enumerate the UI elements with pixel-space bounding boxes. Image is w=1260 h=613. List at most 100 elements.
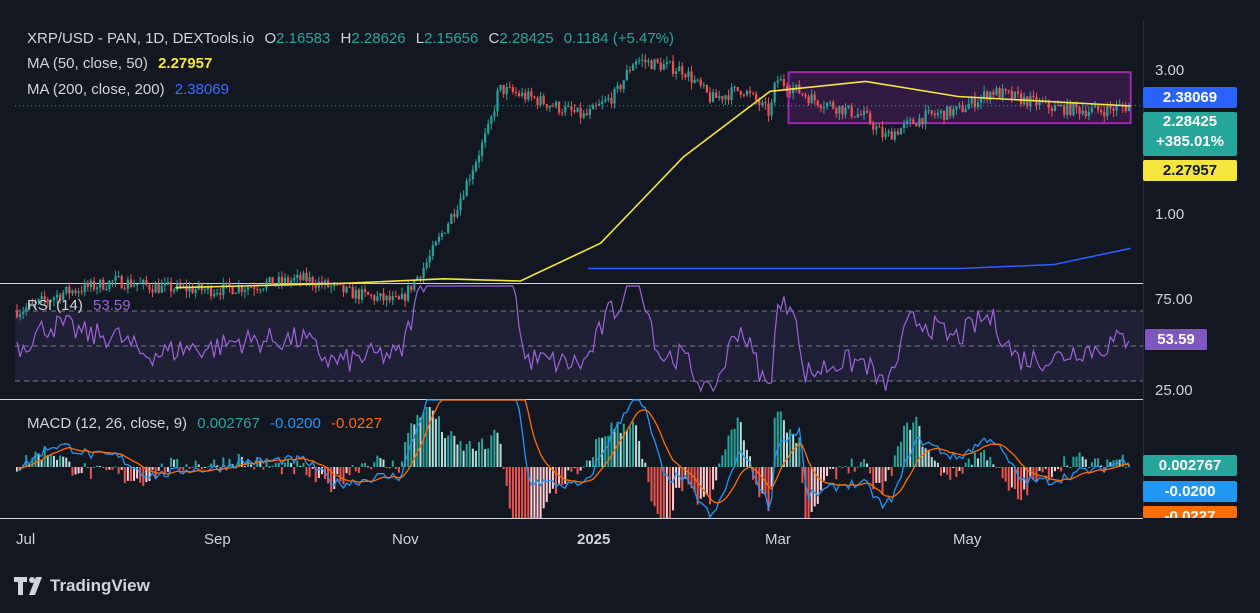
candle-body <box>1090 107 1094 112</box>
candle-body <box>225 282 228 284</box>
candle-body <box>342 284 345 293</box>
macd-histogram-bar <box>444 438 447 467</box>
macd-histogram-bar <box>943 467 946 473</box>
macd-legend: MACD (12, 26, close, 9) 0.002767 -0.0200… <box>27 415 388 432</box>
macd-histogram-bar <box>484 449 487 467</box>
candle-body <box>909 119 912 121</box>
candle-body <box>397 296 401 300</box>
macd-histogram-bar <box>899 441 902 467</box>
candle-body <box>998 88 1001 98</box>
macd-histogram-bar <box>903 425 906 467</box>
candle-body <box>890 131 893 140</box>
candle-body <box>216 292 219 294</box>
macd-histogram-bar <box>401 461 403 467</box>
candle-body <box>878 126 881 128</box>
ma200-price-tag: 2.38069 <box>1143 87 1237 108</box>
candle-body <box>693 79 696 83</box>
macd-histogram-bar <box>822 467 825 481</box>
candle-body <box>277 276 280 284</box>
candle-body <box>114 276 117 281</box>
macd-histogram-bar <box>342 467 345 485</box>
tradingview-logo[interactable]: TradingView <box>14 576 150 596</box>
macd-histogram-bar <box>302 462 305 467</box>
macd-histogram-bar <box>185 464 188 467</box>
candle-body <box>675 71 678 74</box>
candle-body <box>548 105 551 108</box>
candle-body <box>631 64 635 71</box>
macd-histogram-bar <box>376 455 379 467</box>
candle-body <box>554 102 558 107</box>
macd-histogram-bar <box>924 448 927 467</box>
candle-body <box>453 214 456 217</box>
candle-body <box>724 95 727 100</box>
macd-histogram-bar <box>1066 465 1069 467</box>
macd-histogram-bar <box>585 460 588 467</box>
candle-body <box>745 90 749 96</box>
candle-body <box>77 291 80 293</box>
candle-body <box>690 71 693 83</box>
candle-body <box>376 296 379 301</box>
candle-body <box>557 102 561 113</box>
candle-body <box>933 113 936 116</box>
signal-tag: -0.0200 <box>1143 481 1237 502</box>
candle-body <box>403 293 407 301</box>
macd-histogram-bar <box>166 467 169 472</box>
macd-histogram-bar <box>120 467 123 470</box>
candle-body <box>354 289 357 299</box>
chart-window[interactable]: XRP/USD - PAN, 1D, DEXTools.io O2.16583 … <box>0 0 1260 613</box>
macd-histogram-bar <box>604 436 607 467</box>
macd-histogram-bar <box>936 462 939 467</box>
macd-histogram-bar <box>881 467 884 495</box>
macd-histogram-bar <box>283 462 286 467</box>
macd-tag: 0.002767 <box>1143 455 1237 476</box>
candle-body <box>521 92 524 97</box>
macd-histogram-bar <box>933 460 936 467</box>
candle-body <box>148 284 151 290</box>
macd-histogram-bar <box>536 467 539 518</box>
candle-body <box>253 287 256 290</box>
candle-body <box>422 267 425 279</box>
macd-histogram-bar <box>952 467 955 468</box>
candle-body <box>1096 105 1100 111</box>
candle-body <box>641 59 644 61</box>
candle-body <box>727 95 730 100</box>
candle-body <box>86 283 89 288</box>
macd-histogram-bar <box>656 467 659 515</box>
candle-body <box>573 110 576 112</box>
candle-body <box>536 97 539 105</box>
macd-histogram-bar <box>844 466 847 468</box>
candle-body <box>887 131 890 134</box>
ma200-value: 2.38069 <box>174 81 229 98</box>
candle-body <box>437 236 441 242</box>
candle-body <box>527 91 530 100</box>
macd-histogram-bar <box>576 467 579 474</box>
candle-body <box>825 103 829 108</box>
candle-body <box>539 96 542 105</box>
candle-body <box>385 295 388 301</box>
rsi-label: RSI (14) <box>27 297 83 314</box>
macd-histogram-bar <box>761 467 764 494</box>
candle-body <box>524 92 527 100</box>
macd-histogram-bar <box>34 451 37 467</box>
macd-histogram-bar <box>650 467 653 502</box>
macd-histogram-bar <box>481 438 484 467</box>
candle-body <box>1001 88 1004 98</box>
macd-histogram-bar <box>206 466 209 468</box>
candle-body <box>755 93 758 101</box>
rsi-tag: 53.59 <box>1145 329 1207 350</box>
candle-body <box>74 290 77 293</box>
candle-body <box>551 105 555 107</box>
candle-body <box>718 96 721 98</box>
candle-body <box>431 245 434 256</box>
candle-body <box>302 272 305 281</box>
macd-histogram-bar <box>351 465 354 467</box>
macd-histogram-bar <box>582 466 585 468</box>
candle-body <box>585 113 588 116</box>
macd-histogram-bar <box>1004 467 1007 482</box>
candle-body <box>169 282 173 292</box>
macd-histogram-bar <box>949 467 952 480</box>
candle-body <box>816 100 819 106</box>
macd-histogram-bar <box>296 460 299 467</box>
candle-body <box>588 109 591 116</box>
candle-body <box>659 62 662 70</box>
